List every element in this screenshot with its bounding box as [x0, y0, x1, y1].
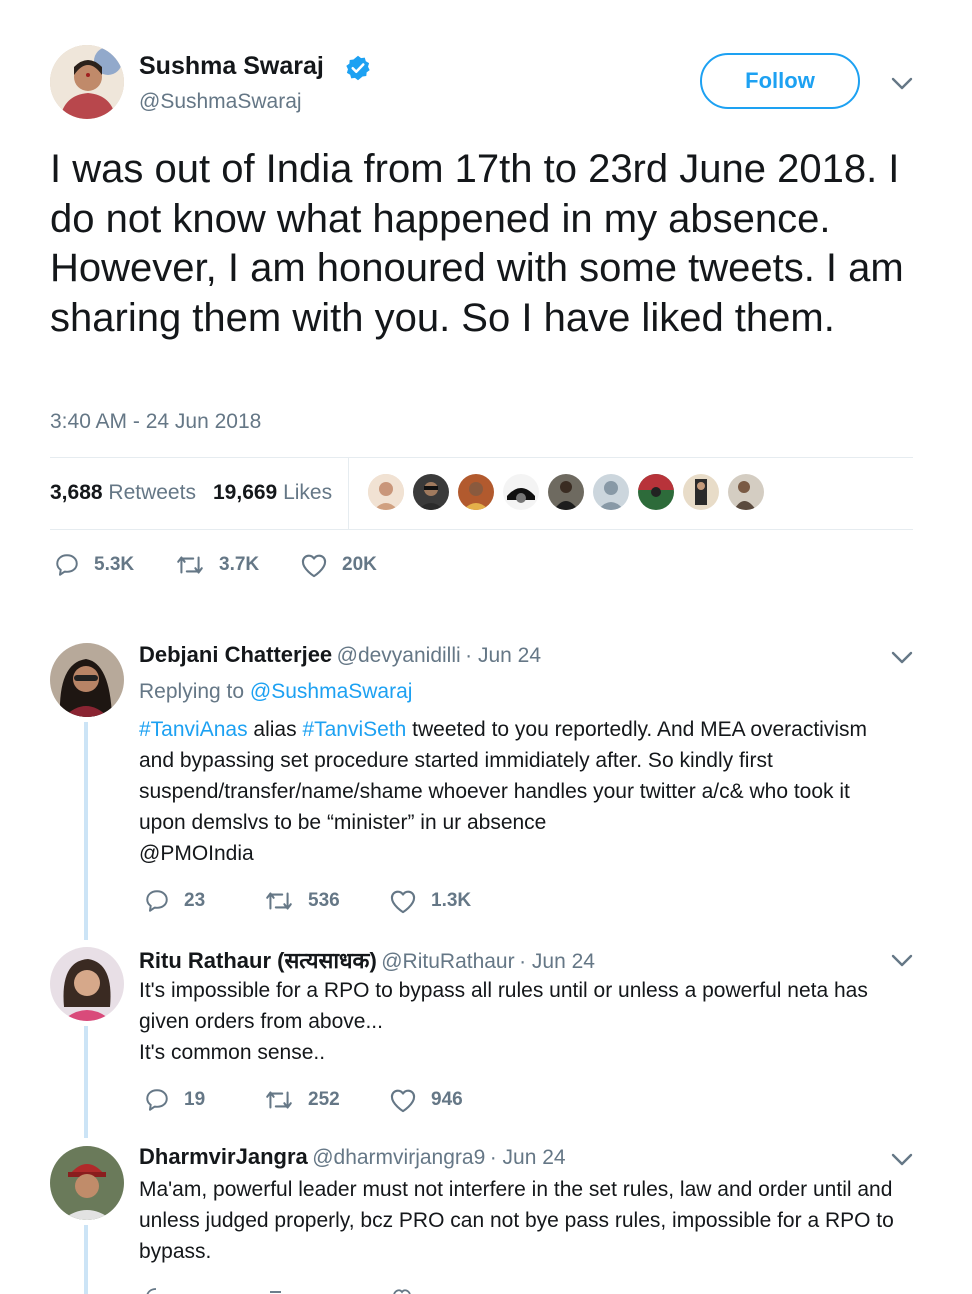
thread-line: [84, 1026, 88, 1138]
reply-header: Debjani Chatterjee @devyanidilli · Jun 2…: [139, 642, 541, 668]
like-action[interactable]: 946: [389, 1087, 463, 1113]
retweet-icon: [266, 892, 292, 910]
replying-to-handle-link[interactable]: @SushmaSwaraj: [250, 680, 413, 703]
liker-avatar[interactable]: [368, 474, 404, 510]
reply-action[interactable]: 23: [144, 888, 205, 914]
retweet-action[interactable]: 252: [264, 1087, 340, 1113]
reply-header: Ritu Rathaur (सत्यसाधक) @RituRathaur · J…: [139, 945, 595, 975]
reply-author-name[interactable]: Ritu Rathaur (सत्यसाधक): [139, 948, 377, 973]
reply-author-handle[interactable]: @RituRathaur: [381, 950, 514, 973]
stats-vertical-divider: [348, 458, 349, 530]
reply-count: 5.3K: [94, 554, 135, 575]
reply-icon: [146, 1288, 411, 1294]
heart-icon: [390, 890, 416, 914]
like-count: 19,669: [213, 481, 278, 504]
reply-text: #TanviAnas alias #TanviSeth tweeted to y…: [139, 714, 899, 838]
reply-action[interactable]: 19: [144, 1087, 205, 1113]
thread-line: [84, 722, 88, 940]
verified-badge-icon: [344, 54, 372, 82]
like-stat-label: Likes: [283, 481, 333, 504]
liker-avatar-default[interactable]: [593, 474, 629, 510]
like-stat[interactable]: 19,669 Likes: [213, 481, 332, 505]
like-action-count: 20K: [342, 554, 377, 575]
reply-author-handle[interactable]: @dharmvirjangra9: [312, 1146, 485, 1169]
follow-button-label: Follow: [745, 68, 815, 93]
reply-text: Ma'am, powerful leader must not interfer…: [139, 1178, 894, 1263]
reply-text: It's impossible for a RPO to bypass all …: [139, 979, 868, 1033]
reply-icon: [146, 1089, 168, 1111]
author-name[interactable]: Sushma Swaraj: [139, 52, 324, 81]
hashtag-link[interactable]: #TanviSeth: [302, 718, 406, 741]
tweet-timestamp[interactable]: 3:40 AM - 24 Jun 2018: [50, 410, 261, 434]
reply-action[interactable]: 5.3K: [54, 552, 134, 578]
thread-line: [84, 1225, 88, 1294]
tweet-text: I was out of India from 17th to 23rd Jun…: [50, 147, 904, 340]
retweet-action[interactable]: 3.7K: [175, 552, 259, 578]
retweet-stat[interactable]: 3,688 Retweets: [50, 481, 196, 505]
reply-count: 23: [184, 890, 206, 911]
heart-icon: [390, 1089, 416, 1113]
reply-text-segment: alias: [247, 718, 303, 741]
reply-menu-chevron-icon[interactable]: [890, 648, 914, 668]
reply-author-name[interactable]: DharmvirJangra: [139, 1144, 308, 1169]
mention-link[interactable]: @PMOIndia: [139, 838, 254, 869]
reply-author-name[interactable]: Debjani Chatterjee: [139, 642, 332, 667]
retweet-count: 252: [308, 1089, 340, 1110]
heart-icon: [301, 554, 327, 578]
retweet-icon: [266, 1091, 292, 1109]
stats-divider-bottom: [50, 529, 913, 530]
reply-date[interactable]: · Jun 24: [490, 1146, 566, 1169]
reply-icon: [146, 890, 168, 912]
reply-author-handle[interactable]: @devyanidilli: [337, 644, 461, 667]
like-action[interactable]: 20K: [300, 552, 377, 578]
reply-action-row-partial: [144, 1286, 484, 1294]
author-handle[interactable]: @SushmaSwaraj: [139, 90, 302, 114]
stats-divider-top: [50, 457, 913, 458]
liker-avatar[interactable]: [503, 474, 539, 510]
like-count: 1.3K: [431, 890, 472, 911]
reply-menu-chevron-icon[interactable]: [890, 951, 914, 971]
retweet-action[interactable]: 536: [264, 888, 340, 914]
retweet-action-count: 3.7K: [219, 554, 260, 575]
reply-icon: [56, 554, 78, 576]
liker-avatar[interactable]: [413, 474, 449, 510]
retweet-count: 3,688: [50, 481, 103, 504]
liker-avatar[interactable]: [683, 474, 719, 510]
reply-date[interactable]: · Jun 24: [465, 644, 541, 667]
retweet-icon: [177, 556, 203, 574]
like-action[interactable]: 1.3K: [389, 888, 471, 914]
liker-avatar[interactable]: [638, 474, 674, 510]
liker-avatar[interactable]: [548, 474, 584, 510]
reply-avatar[interactable]: [50, 1146, 124, 1220]
follow-button[interactable]: Follow: [700, 53, 860, 109]
retweet-count: 536: [308, 890, 340, 911]
replying-to-line: Replying to @SushmaSwaraj: [139, 680, 412, 704]
tweet-menu-chevron-icon[interactable]: [890, 74, 914, 94]
author-avatar[interactable]: [50, 45, 124, 119]
reply-count: 19: [184, 1089, 206, 1110]
hashtag-link[interactable]: #TanviAnas: [139, 718, 248, 741]
liker-avatar[interactable]: [728, 474, 764, 510]
reply-text-line: It's common sense..: [139, 1041, 326, 1064]
liker-avatar[interactable]: [458, 474, 494, 510]
reply-header: DharmvirJangra @dharmvirjangra9 · Jun 24: [139, 1144, 566, 1170]
replying-to-label: Replying to: [139, 680, 245, 703]
like-count: 946: [431, 1089, 463, 1110]
reply-avatar[interactable]: [50, 643, 124, 717]
reply-menu-chevron-icon[interactable]: [890, 1150, 914, 1170]
retweet-stat-label: Retweets: [108, 481, 196, 504]
reply-avatar[interactable]: [50, 947, 124, 1021]
reply-date[interactable]: · Jun 24: [519, 950, 595, 973]
